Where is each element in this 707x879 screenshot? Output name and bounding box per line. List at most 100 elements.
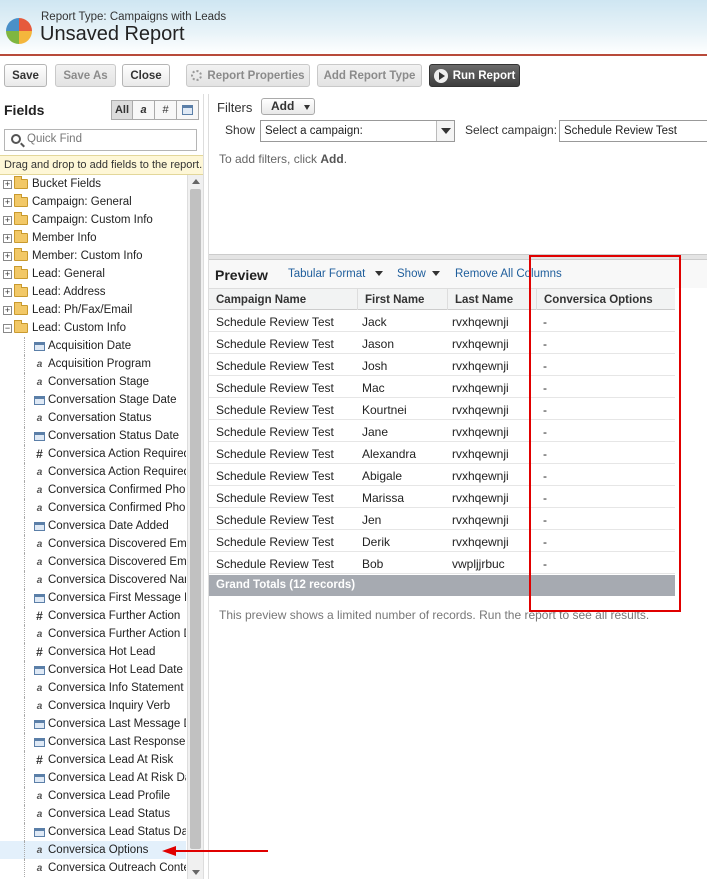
field-item[interactable]: Acquisition Date	[0, 337, 186, 355]
preview-toolbar: Preview Tabular Format Show Remove All C…	[209, 260, 707, 288]
field-item[interactable]: # Conversica Lead At Risk	[0, 751, 186, 769]
folder-label: Lead: General	[32, 268, 105, 280]
run-report-button[interactable]: Run Report	[429, 64, 520, 87]
field-item[interactable]: Conversica Last Response D	[0, 733, 186, 751]
expand-icon[interactable]: +	[3, 287, 12, 297]
field-item[interactable]: a Conversica Confirmed Phon	[0, 481, 186, 499]
cell-campaign-name: Schedule Review Test	[216, 513, 334, 527]
cell-last-name: rvxhqewnji	[452, 491, 509, 505]
cell-conversica-options: -	[543, 381, 547, 395]
folder-lead-custom-info[interactable]: − Lead: Custom Info	[0, 319, 186, 337]
tree-connector	[24, 679, 25, 697]
folder-campaign-custom-info[interactable]: + Campaign: Custom Info	[0, 211, 186, 229]
field-item[interactable]: a Conversica Outreach Contex	[0, 859, 186, 877]
field-item[interactable]: # Conversica Hot Lead	[0, 643, 186, 661]
text-field-icon: a	[36, 484, 43, 496]
dropdown-arrow-icon[interactable]	[436, 121, 454, 141]
show-select[interactable]: Select a campaign:	[260, 120, 455, 142]
chevron-down-icon[interactable]	[432, 271, 440, 276]
field-label: Conversica Lead Status Dat	[48, 826, 186, 838]
quick-find-field[interactable]	[4, 129, 197, 151]
remove-all-columns-link[interactable]: Remove All Columns	[455, 268, 562, 280]
column-header-campaign-name[interactable]: Campaign Name	[216, 294, 306, 306]
chevron-down-icon[interactable]	[375, 271, 383, 276]
field-item[interactable]: a Acquisition Program	[0, 355, 186, 373]
campaign-select-value: Schedule Review Test	[564, 125, 677, 137]
add-report-type-button[interactable]: Add Report Type	[317, 64, 422, 87]
cell-last-name: rvxhqewnji	[452, 381, 509, 395]
field-item[interactable]: Conversica Date Added	[0, 517, 186, 535]
table-row: Schedule Review Test Mac rvxhqewnji -	[209, 376, 675, 398]
expand-icon[interactable]: +	[3, 215, 12, 225]
field-item[interactable]: a Conversica Lead Profile	[0, 787, 186, 805]
show-menu[interactable]: Show	[397, 268, 426, 280]
save-button[interactable]: Save	[4, 64, 47, 87]
field-item[interactable]: a Conversica Discovered Nam	[0, 571, 186, 589]
folder-lead-ph-fax-email[interactable]: + Lead: Ph/Fax/Email	[0, 301, 186, 319]
tree-connector	[24, 373, 25, 391]
field-item[interactable]: a Conversation Stage	[0, 373, 186, 391]
tabular-format-menu[interactable]: Tabular Format	[288, 268, 365, 280]
field-item[interactable]: a Conversica Action Required	[0, 463, 186, 481]
scroll-down-icon[interactable]	[192, 870, 200, 875]
filter-hint: To add filters, click Add.	[219, 152, 347, 166]
expand-icon[interactable]: +	[3, 269, 12, 279]
field-item[interactable]: Conversica Last Message D	[0, 715, 186, 733]
folder-member-custom-info[interactable]: + Member: Custom Info	[0, 247, 186, 265]
fields-scrollbar[interactable]	[187, 175, 203, 879]
tree-connector	[24, 355, 25, 373]
folder-campaign-general[interactable]: + Campaign: General	[0, 193, 186, 211]
folder-bucket-fields[interactable]: + Bucket Fields	[0, 175, 186, 193]
save-as-button[interactable]: Save As	[55, 64, 116, 87]
field-item[interactable]: # Conversica Further Action	[0, 607, 186, 625]
scroll-up-icon[interactable]	[192, 179, 200, 184]
field-item[interactable]: # Conversica Action Required	[0, 445, 186, 463]
field-item[interactable]: a Conversica Inquiry Verb	[0, 697, 186, 715]
filter-number-button[interactable]: #	[155, 100, 177, 120]
column-header-conversica-options[interactable]: Conversica Options	[544, 294, 653, 306]
field-label: Conversica Hot Lead Date	[48, 664, 183, 676]
expand-icon[interactable]: +	[3, 197, 12, 207]
campaign-select[interactable]: Schedule Review Test	[559, 120, 707, 142]
filter-all-button[interactable]: All	[111, 100, 133, 120]
field-item[interactable]: a Conversation Status	[0, 409, 186, 427]
field-item[interactable]: Conversica Hot Lead Date	[0, 661, 186, 679]
field-item[interactable]: Conversica Lead Status Dat	[0, 823, 186, 841]
add-filter-button[interactable]: Add	[261, 98, 315, 115]
run-report-label: Run Report	[452, 69, 516, 82]
field-item[interactable]: a Conversica Lead Status	[0, 805, 186, 823]
expand-icon[interactable]: +	[3, 179, 12, 189]
quick-find-input[interactable]	[27, 133, 192, 145]
folder-member-info[interactable]: + Member Info	[0, 229, 186, 247]
expand-icon[interactable]: +	[3, 251, 12, 261]
field-item[interactable]: a Conversica Further Action D	[0, 625, 186, 643]
field-item[interactable]: Conversation Stage Date	[0, 391, 186, 409]
text-field-icon: a	[36, 556, 43, 568]
filter-date-button[interactable]	[177, 100, 199, 120]
column-header-first-name[interactable]: First Name	[365, 294, 424, 306]
folder-lead-general[interactable]: + Lead: General	[0, 265, 186, 283]
page-title: Unsaved Report	[40, 23, 185, 45]
filter-text-button[interactable]: a	[133, 100, 155, 120]
expand-icon[interactable]: +	[3, 305, 12, 315]
field-item[interactable]: a Conversica Confirmed Phon	[0, 499, 186, 517]
folder-lead-address[interactable]: + Lead: Address	[0, 283, 186, 301]
expand-icon[interactable]: +	[3, 233, 12, 243]
cell-first-name: Bob	[362, 557, 384, 571]
field-item[interactable]: a Conversica Options	[0, 841, 186, 859]
close-button[interactable]: Close	[122, 64, 170, 87]
table-row: Schedule Review Test Jack rvxhqewnji -	[209, 310, 675, 332]
field-item[interactable]: a Conversica Discovered Ema	[0, 535, 186, 553]
scroll-thumb[interactable]	[190, 189, 201, 849]
field-label: Conversica Further Action	[48, 610, 181, 622]
field-item[interactable]: Conversica Lead At Risk Da	[0, 769, 186, 787]
column-header-last-name[interactable]: Last Name	[455, 294, 513, 306]
field-item[interactable]: Conversation Status Date	[0, 427, 186, 445]
text-field-icon: a	[36, 700, 43, 712]
field-item[interactable]: Conversica First Message D	[0, 589, 186, 607]
field-item[interactable]: a Conversica Info Statement	[0, 679, 186, 697]
field-item[interactable]: a Conversica Discovered Ema	[0, 553, 186, 571]
collapse-icon[interactable]: −	[3, 323, 12, 333]
report-properties-button[interactable]: Report Properties	[186, 64, 310, 87]
field-label: Conversation Status Date	[48, 430, 180, 442]
